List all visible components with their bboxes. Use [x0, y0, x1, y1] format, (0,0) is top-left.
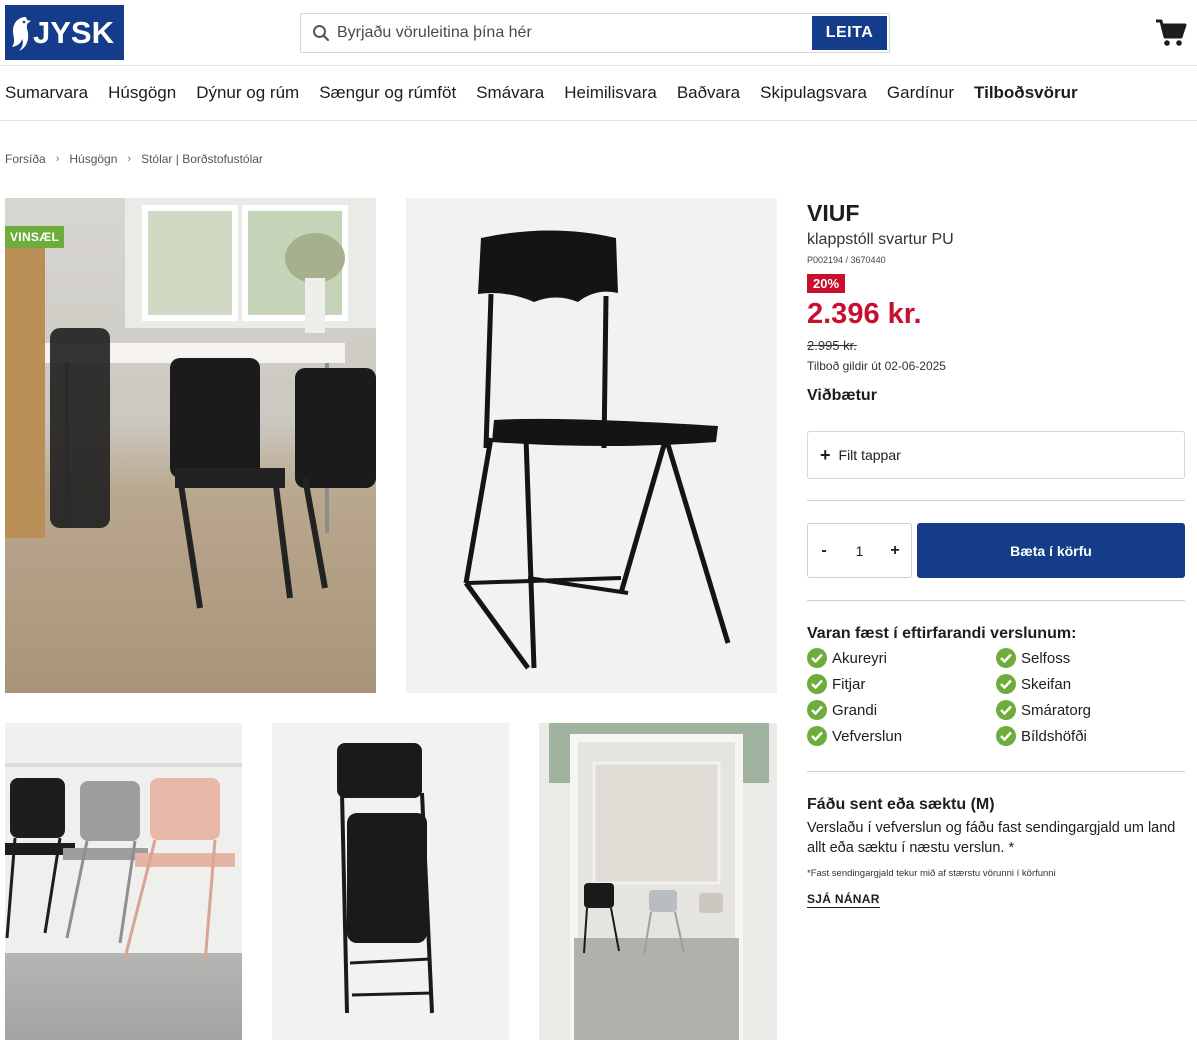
stores-heading: Varan fæst í eftirfarandi verslunum: — [807, 625, 1077, 642]
check-icon — [996, 648, 1016, 668]
product-sku: P002194 / 3670440 — [807, 255, 886, 265]
site-header: JYSK LEITA — [0, 0, 1197, 66]
check-icon — [807, 648, 827, 668]
divider — [807, 600, 1185, 601]
search-icon — [311, 23, 331, 43]
product-image-folded[interactable] — [272, 723, 509, 1040]
store-name: Vefverslun — [832, 727, 903, 745]
qty-minus-button[interactable]: - — [818, 542, 830, 560]
check-icon — [807, 726, 827, 746]
store-item: Grandi — [807, 700, 877, 720]
nav-item-smavara[interactable]: Smávara — [476, 83, 544, 103]
product-brand: VIUF — [807, 200, 860, 226]
plus-icon: + — [820, 445, 831, 465]
addon-label: Filt tappar — [838, 447, 901, 463]
store-item: Selfoss — [996, 648, 1070, 668]
search-bar: LEITA — [300, 13, 890, 53]
check-icon — [807, 674, 827, 694]
chevron-right-icon: › — [127, 153, 132, 165]
store-name: Grandi — [832, 701, 878, 719]
jysk-logo[interactable]: JYSK — [5, 5, 124, 60]
check-icon — [996, 674, 1016, 694]
add-to-cart-button[interactable]: Bæta í körfu — [917, 523, 1185, 578]
offer-valid-text: Tilboð gildir út 02-06-2025 — [807, 359, 946, 373]
addons-heading: Viðbætur — [807, 387, 877, 404]
shipping-text: Verslaðu í vefverslun og fáðu fast sendi… — [807, 820, 1176, 856]
main-nav: Sumarvara Húsgögn Dýnur og rúm Sængur og… — [0, 66, 1197, 121]
divider — [807, 771, 1185, 772]
chevron-right-icon: › — [55, 153, 60, 165]
store-name: Akureyri — [832, 649, 888, 667]
nav-item-skipulagsvara[interactable]: Skipulagsvara — [760, 83, 867, 103]
addon-felt-pads[interactable]: + Filt tappar — [807, 431, 1185, 479]
shipping-note: *Fast sendingargjald tekur mið af stærst… — [807, 868, 1056, 879]
product-image-main[interactable] — [406, 198, 777, 693]
nav-item-badvara[interactable]: Baðvara — [677, 83, 740, 103]
nav-item-heimilisvara[interactable]: Heimilisvara — [564, 83, 657, 103]
cart-icon[interactable] — [1155, 18, 1187, 48]
qty-plus-button[interactable]: + — [889, 542, 901, 560]
product-image-doorway[interactable] — [539, 723, 777, 1040]
check-icon — [996, 726, 1016, 746]
breadcrumb: Forsíða › Húsgögn › Stólar | Borðstofust… — [5, 152, 263, 166]
store-item: Smáratorg — [996, 700, 1091, 720]
store-name: Bíldshöfði — [1021, 727, 1087, 745]
product-info: VIUF klappstóll svartur PU P002194 / 367… — [807, 198, 1185, 405]
store-item: Skeifan — [996, 674, 1071, 694]
nav-item-dynur[interactable]: Dýnur og rúm — [196, 83, 299, 103]
breadcrumb-husgogn[interactable]: Húsgögn — [69, 152, 117, 166]
store-name: Fitjar — [832, 675, 866, 693]
shipping-heading: Fáðu sent eða sæktu (M) — [807, 796, 995, 813]
discount-badge: 20% — [807, 274, 846, 293]
product-image-dining-room[interactable] — [5, 198, 376, 693]
check-icon — [996, 700, 1016, 720]
qty-value[interactable]: 1 — [856, 543, 864, 559]
check-icon — [807, 700, 827, 720]
logo-text: JYSK — [33, 14, 114, 50]
store-item: Vefverslun — [807, 726, 902, 746]
nav-item-husgogn[interactable]: Húsgögn — [108, 83, 176, 103]
product-price: 2.396 kr. — [807, 298, 922, 330]
divider — [807, 500, 1185, 501]
product-description: klappstóll svartur PU — [807, 231, 954, 248]
popular-badge: VINSÆL — [5, 226, 65, 248]
store-name: Selfoss — [1021, 649, 1071, 667]
nav-item-gardinur[interactable]: Gardínur — [887, 83, 954, 103]
nav-item-tilbodsvorur[interactable]: Tilboðsvörur — [974, 83, 1078, 103]
search-input[interactable] — [337, 15, 812, 51]
store-item: Bíldshöfði — [996, 726, 1087, 746]
store-name: Smáratorg — [1021, 701, 1092, 719]
store-item: Akureyri — [807, 648, 887, 668]
store-item: Fitjar — [807, 674, 865, 694]
store-name: Skeifan — [1021, 675, 1072, 693]
see-more-link[interactable]: SJÁ NÁNAR — [807, 892, 880, 908]
nav-item-saengur[interactable]: Sængur og rúmföt — [319, 83, 456, 103]
breadcrumb-home[interactable]: Forsíða — [5, 152, 46, 166]
product-image-colors[interactable] — [5, 723, 242, 1040]
old-price: 2.995 kr. — [807, 338, 857, 353]
quantity-stepper: - 1 + — [807, 523, 912, 578]
search-button[interactable]: LEITA — [812, 16, 887, 50]
bird-logo-icon — [5, 5, 33, 60]
nav-item-sumarvara[interactable]: Sumarvara — [5, 83, 88, 103]
breadcrumb-stolar[interactable]: Stólar | Borðstofustólar — [141, 152, 263, 166]
